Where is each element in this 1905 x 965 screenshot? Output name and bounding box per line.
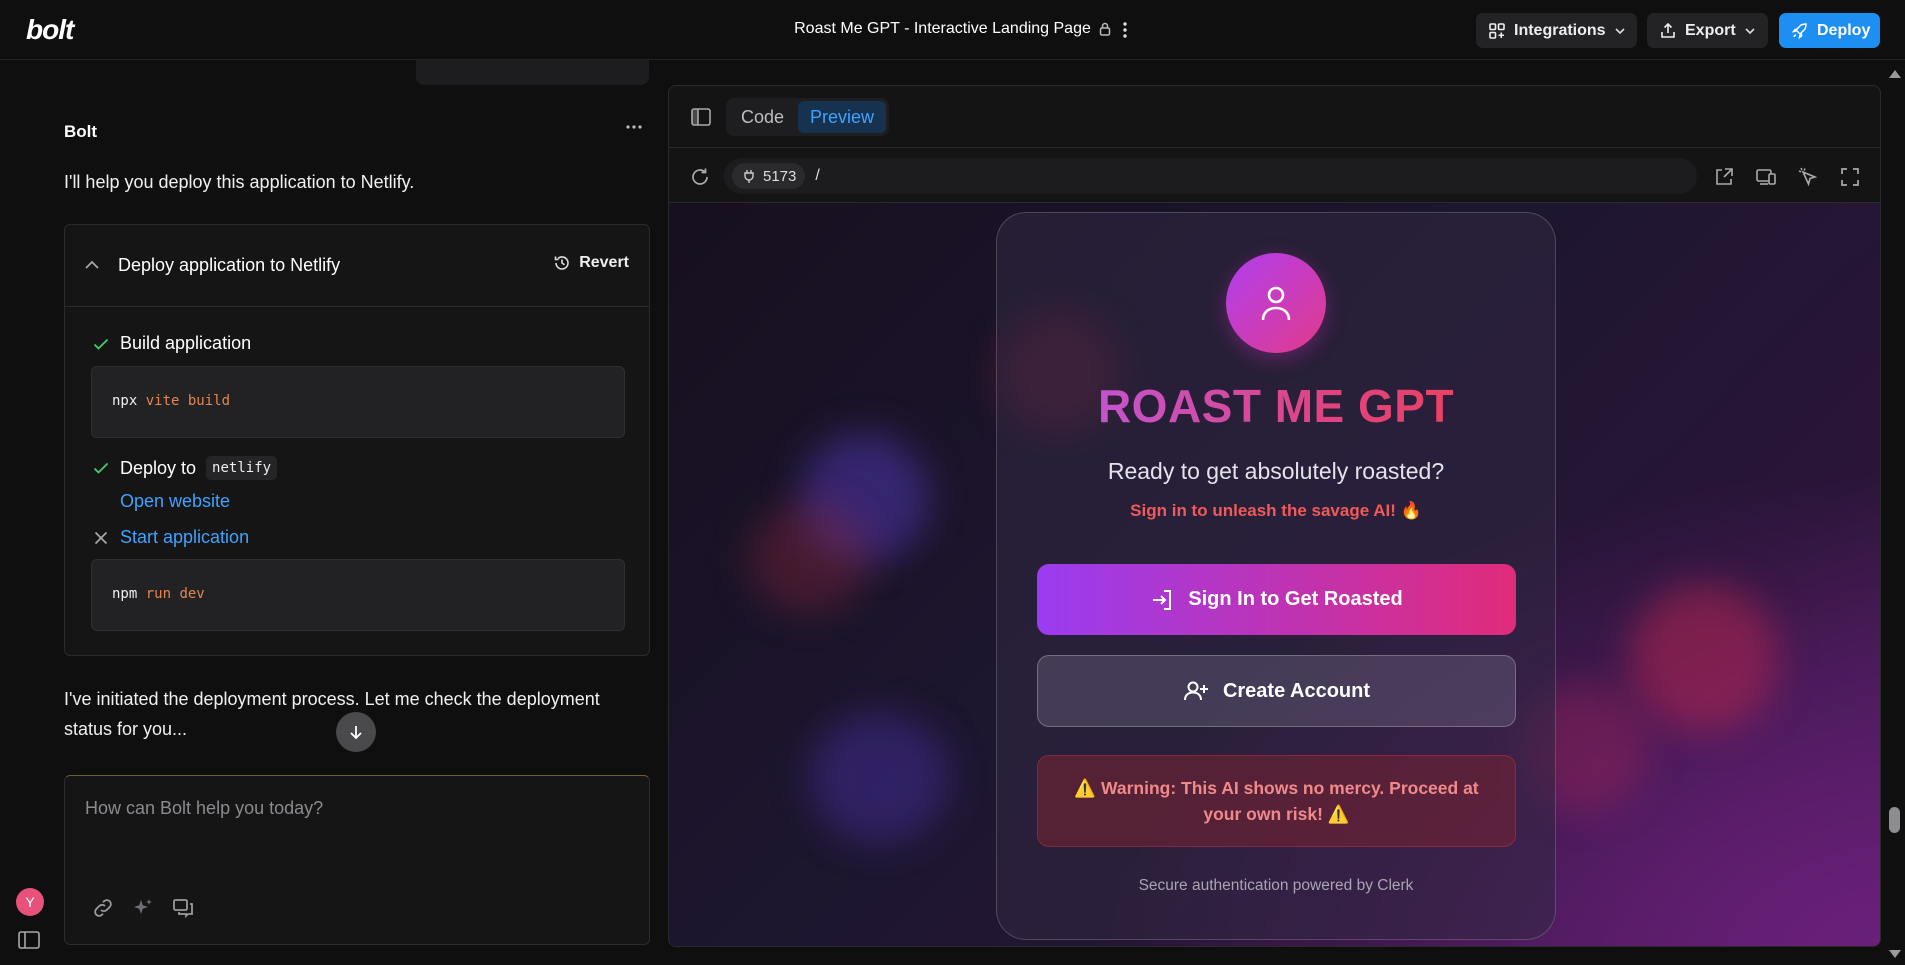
hero-cta-text: Sign in to unleash the savage AI! 🔥	[1130, 501, 1422, 520]
command-args: run dev	[145, 586, 205, 602]
revert-label: Revert	[579, 254, 629, 271]
tab-preview[interactable]: Preview	[798, 101, 887, 133]
command-bin: npx	[112, 393, 138, 409]
reload-icon[interactable]	[689, 166, 711, 188]
deploy-label: Deploy	[1817, 21, 1871, 39]
sign-in-icon	[1150, 588, 1174, 612]
check-icon	[92, 335, 110, 353]
app-preview: ROAST ME GPT Ready to get absolutely roa…	[669, 203, 1880, 946]
create-account-button[interactable]: Create Account	[1037, 655, 1516, 727]
tab-code[interactable]: Code	[729, 101, 796, 133]
port-number: 5173	[763, 167, 797, 185]
link-icon[interactable]	[91, 896, 115, 920]
assistant-message: I'll help you deploy this application to…	[64, 172, 415, 192]
background-glow	[809, 713, 949, 843]
lock-icon	[1099, 22, 1111, 36]
user-icon	[1226, 253, 1326, 353]
step-label: Start application	[120, 527, 250, 547]
hero-subtitle: Ready to get absolutely roasted?	[1107, 458, 1445, 484]
devices-icon[interactable]	[1755, 166, 1777, 188]
user-avatar[interactable]: Y	[16, 888, 44, 916]
discuss-icon[interactable]	[171, 896, 195, 920]
workbench-panel: Code Preview 5173 / ROAST ME GPT Ready t…	[668, 85, 1881, 947]
auth-card: ROAST ME GPT Ready to get absolutely roa…	[996, 212, 1556, 940]
project-menu-icon[interactable]	[1120, 18, 1130, 42]
chat-input[interactable]	[85, 798, 625, 858]
warning-banner: ⚠️ Warning: This AI shows no mercy. Proc…	[1037, 755, 1516, 847]
command-args: vite build	[145, 393, 231, 409]
step-build: Build application	[92, 333, 251, 354]
integrations-button[interactable]: Integrations	[1476, 13, 1637, 48]
preview-toolbar: 5173 /	[669, 148, 1880, 203]
preview-tools	[1713, 166, 1861, 188]
create-account-label: Create Account	[1222, 679, 1371, 702]
integrations-icon	[1488, 22, 1506, 40]
scroll-to-bottom-button[interactable]	[336, 712, 376, 752]
history-icon	[553, 254, 571, 272]
export-label: Export	[1685, 21, 1736, 39]
action-title: Deploy application to Netlify	[118, 255, 341, 275]
hero-title: ROAST ME GPT	[997, 379, 1555, 433]
sidebar-toggle-icon[interactable]	[18, 931, 40, 949]
chevron-down-icon	[1744, 25, 1756, 37]
chevron-up-icon[interactable]	[83, 256, 101, 274]
check-icon	[92, 459, 110, 477]
action-card: Deploy application to Netlify Revert Bui…	[64, 224, 650, 656]
chat-input-tools	[91, 896, 195, 920]
scroll-up-arrow-icon[interactable]	[1889, 70, 1901, 78]
command-block: npx vite build	[91, 366, 625, 438]
more-options-icon[interactable]	[625, 124, 643, 130]
scrollbar-thumb[interactable]	[1889, 807, 1900, 833]
chevron-down-icon	[1614, 25, 1626, 37]
rocket-icon	[1791, 22, 1809, 40]
deploy-target: netlify	[206, 456, 278, 480]
sign-in-button[interactable]: Sign In to Get Roasted	[1037, 564, 1516, 635]
project-title: Roast Me GPT - Interactive Landing Page	[794, 20, 1091, 37]
close-icon	[92, 529, 110, 547]
sign-in-label: Sign In to Get Roasted	[1188, 588, 1403, 610]
assistant-name: Bolt	[64, 122, 98, 141]
panel-toggle-icon[interactable]	[691, 108, 711, 126]
previous-message-bubble	[416, 60, 649, 85]
integrations-label: Integrations	[1514, 21, 1606, 39]
revert-button[interactable]: Revert	[553, 254, 629, 272]
export-icon	[1659, 22, 1677, 40]
background-glow	[749, 503, 869, 613]
external-link-icon[interactable]	[1713, 166, 1735, 188]
page-scrollbar[interactable]	[1884, 62, 1905, 965]
command-block: npm run dev	[91, 559, 625, 631]
step-deploy: Deploy to netlify	[92, 456, 278, 480]
step-label: Deploy to	[120, 457, 197, 478]
user-plus-icon	[1183, 679, 1209, 703]
open-website-link[interactable]: Open website	[120, 491, 230, 512]
sparkles-icon[interactable]	[131, 896, 155, 920]
export-button[interactable]: Export	[1647, 13, 1768, 48]
chat-input-box	[64, 775, 650, 945]
url-path: /	[815, 167, 820, 184]
action-card-header[interactable]: Deploy application to Netlify Revert	[65, 225, 649, 307]
scroll-down-arrow-icon[interactable]	[1889, 950, 1901, 958]
auth-footer: Secure authentication powered by Clerk	[1138, 877, 1414, 894]
deploy-button[interactable]: Deploy	[1779, 13, 1880, 48]
port-selector[interactable]: 5173	[732, 163, 806, 189]
step-label: Build application	[120, 333, 252, 353]
background-glow	[1629, 583, 1779, 733]
arrow-down-icon	[347, 723, 365, 741]
view-switcher: Code Preview	[726, 98, 890, 136]
command-bin: npm	[112, 586, 138, 602]
element-inspector-icon[interactable]	[1797, 166, 1819, 188]
fullscreen-icon[interactable]	[1839, 166, 1861, 188]
project-title-wrap[interactable]: Roast Me GPT - Interactive Landing Page	[794, 20, 1111, 38]
url-bar[interactable]: 5173 /	[724, 158, 1697, 194]
top-bar: bolt Roast Me GPT - Interactive Landing …	[0, 0, 1905, 60]
step-start[interactable]: Start application	[92, 527, 249, 548]
plug-icon	[741, 168, 757, 184]
workbench-header: Code Preview	[669, 86, 1880, 148]
